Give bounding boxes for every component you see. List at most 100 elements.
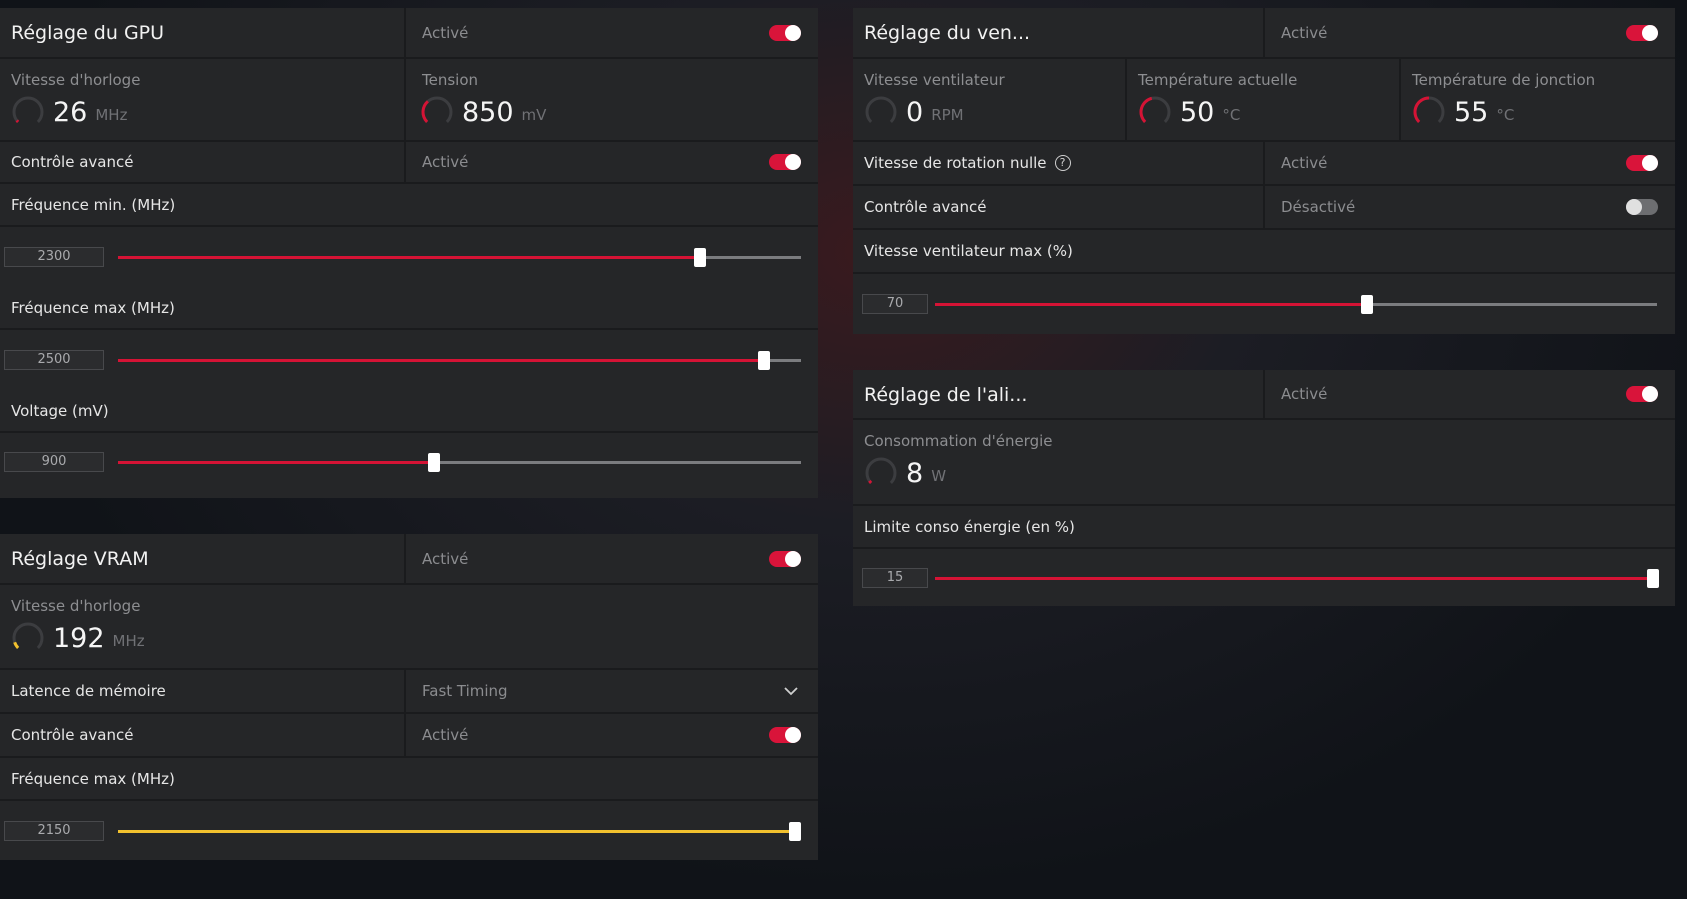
fan-advanced-row: Contrôle avancé Désactivé — [853, 186, 1675, 230]
gpu-voltage-gauge-icon — [421, 96, 453, 123]
power-header-row: Réglage de l'ali... Activé — [853, 370, 1675, 420]
gpu-min-freq-slider-row: 2300 — [0, 227, 818, 287]
power-limit-thumb[interactable] — [1647, 568, 1659, 588]
fan-zero-rpm-toggle-cell[interactable]: Activé — [1265, 142, 1675, 184]
fan-max-speed-thumb[interactable] — [1361, 295, 1374, 314]
gpu-voltage-slider-header: Voltage (mV) — [0, 390, 818, 433]
vram-latency-label: Latence de mémoire — [11, 682, 166, 700]
gpu-voltage-thumb[interactable] — [428, 453, 441, 472]
gpu-advanced-toggle[interactable] — [769, 154, 801, 170]
gpu-tuning-toggle-cell[interactable]: Activé — [406, 8, 818, 57]
fan-speed-label: Vitesse ventilateur — [864, 71, 1005, 89]
gpu-voltage-slider[interactable] — [118, 453, 801, 472]
fan-max-speed-label: Vitesse ventilateur max (%) — [864, 242, 1073, 260]
fan-advanced-toggle-cell[interactable]: Désactivé — [1265, 186, 1675, 228]
help-icon[interactable]: ? — [1054, 155, 1071, 171]
gpu-max-freq-header: Fréquence max (MHz) — [0, 287, 818, 330]
power-tuning-status: Activé — [1281, 385, 1328, 403]
vram-metrics-row: Vitesse d'horloge 192 MHz — [0, 585, 818, 670]
vram-clock-value: 192 — [53, 622, 105, 654]
gpu-advanced-row: Contrôle avancé Activé — [0, 142, 818, 184]
power-limit-input[interactable]: 15 — [862, 567, 928, 588]
vram-advanced-label: Contrôle avancé — [11, 726, 134, 744]
vram-tuning-toggle[interactable] — [769, 550, 801, 567]
fan-zero-rpm-toggle[interactable] — [1626, 155, 1658, 171]
fan-header-row: Réglage du ven... Activé — [853, 8, 1675, 59]
vram-max-freq-slider[interactable] — [118, 821, 801, 841]
fan-tuning-toggle-cell[interactable]: Activé — [1265, 8, 1675, 57]
gpu-max-freq-slider-row: 2500 — [0, 330, 818, 390]
fan-speed-gauge-icon — [865, 96, 897, 123]
vram-latency-dropdown[interactable]: Fast Timing — [406, 670, 818, 712]
gpu-max-freq-label: Fréquence max (MHz) — [11, 298, 175, 317]
gpu-header-row: Réglage du GPU Activé — [0, 8, 818, 59]
fan-temp-unit: °C — [1222, 106, 1241, 124]
vram-tuning-toggle-cell[interactable]: Activé — [406, 534, 818, 583]
fan-max-speed-header: Vitesse ventilateur max (%) — [853, 230, 1675, 274]
fan-temp-gauge-icon — [1139, 96, 1171, 123]
fan-advanced-label: Contrôle avancé — [864, 198, 987, 216]
gpu-tuning-status: Activé — [422, 23, 469, 42]
fan-max-speed-input[interactable]: 70 — [862, 294, 928, 314]
power-consumption-unit: W — [931, 467, 947, 485]
vram-max-freq-thumb[interactable] — [789, 821, 801, 841]
vram-advanced-toggle[interactable] — [769, 727, 801, 743]
gpu-voltage-label: Tension — [422, 71, 479, 89]
gpu-min-freq-thumb[interactable] — [693, 248, 706, 267]
fan-tuning-panel: Réglage du ven... Activé Vitesse ventila… — [853, 8, 1675, 334]
gpu-voltage-input[interactable]: 900 — [4, 452, 104, 472]
power-tuning-title: Réglage de l'ali... — [864, 384, 1028, 406]
gpu-clock-label: Vitesse d'horloge — [11, 71, 141, 89]
vram-advanced-row: Contrôle avancé Activé — [0, 714, 818, 758]
gpu-voltage-unit: mV — [521, 106, 547, 124]
vram-tuning-title: Réglage VRAM — [11, 548, 149, 570]
gpu-max-freq-input[interactable]: 2500 — [4, 350, 104, 370]
vram-tuning-status: Activé — [422, 549, 469, 568]
gpu-metrics-row: Vitesse d'horloge 26 MHz Tension 850 mV — [0, 59, 818, 142]
power-tuning-panel: Réglage de l'ali... Activé Consommation … — [853, 370, 1675, 606]
power-consumption-gauge-icon — [865, 457, 897, 484]
vram-advanced-toggle-cell[interactable]: Activé — [406, 714, 818, 756]
vram-max-freq-header: Fréquence max (MHz) — [0, 758, 818, 801]
power-consumption-label: Consommation d'énergie — [864, 432, 1053, 450]
gpu-min-freq-input[interactable]: 2300 — [4, 247, 104, 267]
gpu-clock-unit: MHz — [95, 106, 128, 124]
gpu-min-freq-label: Fréquence min. (MHz) — [11, 195, 176, 214]
gpu-min-freq-header: Fréquence min. (MHz) — [0, 184, 818, 227]
fan-metrics-row: Vitesse ventilateur 0 RPM Température ac… — [853, 59, 1675, 142]
gpu-min-freq-slider[interactable] — [118, 248, 801, 267]
fan-tuning-title: Réglage du ven... — [864, 22, 1031, 44]
fan-max-speed-slider[interactable] — [935, 295, 1657, 314]
fan-temp-label: Température actuelle — [1138, 71, 1298, 89]
gpu-voltage-slider-row: 900 — [0, 433, 818, 491]
gpu-tuning-panel: Réglage du GPU Activé Vitesse d'horloge … — [0, 8, 818, 498]
gpu-clock-gauge-icon — [12, 96, 44, 123]
fan-junction-value: 55 — [1454, 96, 1489, 128]
vram-latency-row: Latence de mémoire Fast Timing — [0, 670, 818, 714]
fan-tuning-status: Activé — [1281, 23, 1328, 42]
vram-advanced-status: Activé — [422, 726, 469, 744]
gpu-tuning-toggle[interactable] — [769, 24, 801, 41]
gpu-voltage-slider-label: Voltage (mV) — [11, 401, 109, 420]
power-tuning-toggle-cell[interactable]: Activé — [1265, 370, 1675, 418]
gpu-voltage-value: 850 — [462, 96, 514, 128]
fan-tuning-toggle[interactable] — [1626, 24, 1658, 41]
fan-junction-label: Température de jonction — [1412, 71, 1596, 89]
vram-clock-label: Vitesse d'horloge — [11, 597, 141, 615]
power-limit-label: Limite conso énergie (en %) — [864, 517, 1075, 536]
fan-advanced-toggle[interactable] — [1626, 199, 1658, 215]
gpu-max-freq-slider[interactable] — [118, 351, 801, 370]
power-limit-header: Limite conso énergie (en %) — [853, 506, 1675, 549]
gpu-clock-value: 26 — [53, 96, 88, 128]
gpu-advanced-toggle-cell[interactable]: Activé — [406, 142, 818, 182]
gpu-max-freq-thumb[interactable] — [758, 351, 771, 370]
vram-max-freq-input[interactable]: 2150 — [4, 820, 104, 841]
power-tuning-toggle[interactable] — [1626, 386, 1658, 402]
fan-zero-rpm-label: Vitesse de rotation nulle — [864, 154, 1047, 172]
power-limit-slider[interactable] — [935, 568, 1659, 588]
vram-max-freq-label: Fréquence max (MHz) — [11, 769, 175, 788]
fan-zero-rpm-status: Activé — [1281, 154, 1328, 172]
gpu-advanced-status: Activé — [422, 153, 469, 171]
gpu-tuning-title: Réglage du GPU — [11, 22, 165, 44]
fan-speed-value: 0 — [906, 96, 924, 128]
